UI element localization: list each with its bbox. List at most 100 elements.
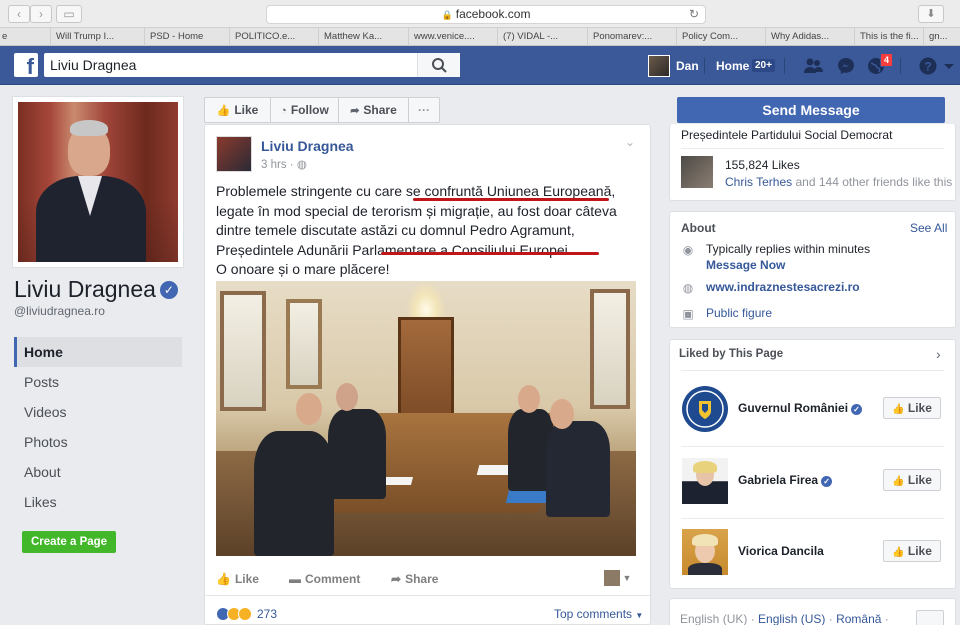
messenger-icon[interactable] xyxy=(836,56,856,76)
friend-requests-icon[interactable] xyxy=(803,56,823,76)
thumbs-up-icon: 👍 xyxy=(216,105,231,117)
send-message-button[interactable]: Send Message xyxy=(677,97,945,123)
nav-item-videos[interactable]: Videos xyxy=(14,397,182,427)
top-comments-label: Top comments xyxy=(554,607,633,621)
bookmark-item[interactable]: Policy Com... xyxy=(676,28,764,46)
nav-item-likes[interactable]: Likes xyxy=(14,487,182,517)
liked-page-name[interactable]: Guvernul României ✓ xyxy=(738,401,863,415)
liked-page-avatar[interactable] xyxy=(682,458,728,504)
post-like-label: Like xyxy=(234,572,259,586)
page-like-button[interactable]: 👍 Like xyxy=(205,98,271,122)
nav-item-home[interactable]: Home xyxy=(14,337,182,367)
bookmark-item[interactable]: www.venice.... xyxy=(408,28,496,46)
bookmark-item[interactable]: This is the fi... xyxy=(854,28,922,46)
share-button[interactable]: ➦ Share xyxy=(339,98,409,122)
bookmark-item[interactable]: e xyxy=(0,28,12,46)
comment-icon: ▬ xyxy=(289,572,301,586)
post-author-link[interactable]: Liviu Dragnea xyxy=(261,138,354,154)
website-link[interactable]: www.indraznestesacrezi.ro xyxy=(706,280,860,294)
friends-like-text: Chris Terhes and 144 other friends like … xyxy=(725,175,952,189)
messenger-icon: ◉ xyxy=(682,243,694,257)
nav-item-photos[interactable]: Photos xyxy=(14,427,182,457)
bookmark-item[interactable]: (7) VIDAL -... xyxy=(497,28,585,46)
forward-icon[interactable]: › xyxy=(30,5,52,23)
bookmark-item[interactable]: Matthew Ka... xyxy=(318,28,406,46)
bookmark-item[interactable]: Ponomarev:... xyxy=(587,28,675,46)
liked-by-page-card: Liked by This Page › Guvernul României ✓ … xyxy=(669,339,956,589)
search-input[interactable] xyxy=(44,53,460,77)
bookmark-item[interactable]: PSD - Home xyxy=(144,28,228,46)
liked-page-like-button[interactable]: 👍 Like xyxy=(883,397,941,419)
like-button-label: Like xyxy=(907,544,932,558)
post-text-line: dintre temele discutate astăzi cu domnul… xyxy=(216,222,575,238)
friend-avatar[interactable] xyxy=(681,156,713,188)
address-bar[interactable]: 🔒 facebook.com ↻ xyxy=(266,5,706,24)
user-name-link[interactable]: Dan xyxy=(676,59,699,73)
message-now-link[interactable]: Message Now xyxy=(706,258,785,272)
facebook-logo-icon[interactable]: f xyxy=(14,53,38,77)
divider xyxy=(205,595,650,596)
post-share-button[interactable]: ➦ Share xyxy=(391,572,438,586)
see-all-link[interactable]: See All xyxy=(910,221,947,235)
download-icon[interactable]: ⬇ xyxy=(918,5,944,23)
liked-page-name[interactable]: Gabriela Firea ✓ xyxy=(738,473,833,487)
page-navigation: Home Posts Videos Photos About Likes xyxy=(14,337,182,517)
help-icon[interactable]: ? xyxy=(918,56,938,76)
create-page-button[interactable]: Create a Page xyxy=(22,531,117,553)
page-handle[interactable]: @liviudragnea.ro xyxy=(14,304,105,318)
thumbs-up-icon: 👍 xyxy=(892,547,905,558)
reaction-count: 273 xyxy=(257,606,278,621)
category-link[interactable]: Public figure xyxy=(706,306,772,320)
thumbs-up-icon: 👍 xyxy=(892,476,905,487)
liked-page-like-button[interactable]: 👍 Like xyxy=(883,540,941,562)
top-comments-selector[interactable]: Top comments ▼ xyxy=(554,607,643,621)
language-current: English (UK) xyxy=(680,612,748,625)
like-button-label: Like xyxy=(907,473,932,487)
government-logo-icon[interactable] xyxy=(682,386,728,432)
home-link[interactable]: Home xyxy=(716,59,749,73)
user-avatar[interactable] xyxy=(648,55,670,77)
language-link[interactable]: English (US) xyxy=(758,612,825,625)
language-link[interactable]: Română xyxy=(836,612,881,625)
liked-page-name-text: Guvernul României xyxy=(738,401,849,415)
more-languages-button[interactable] xyxy=(916,610,944,625)
bookmark-item[interactable]: Will Trump I... xyxy=(50,28,140,46)
verified-badge-icon: ✓ xyxy=(851,404,863,415)
bookmark-item[interactable]: POLITICO.e... xyxy=(229,28,317,46)
liked-by-heading: Liked by This Page xyxy=(679,348,784,360)
post-options-chevron-icon[interactable]: ⌄ xyxy=(625,135,635,149)
post-text-line: Președintele Adunării Parlamentare a Con… xyxy=(216,241,572,258)
back-icon[interactable]: ‹ xyxy=(8,5,30,23)
account-menu-icon[interactable] xyxy=(942,56,956,76)
post-timestamp[interactable]: 3 hrs · ◍ xyxy=(261,157,307,171)
post-as-selector[interactable]: ▼ xyxy=(604,570,631,586)
reload-icon[interactable]: ↻ xyxy=(689,6,699,23)
url-text: facebook.com xyxy=(455,7,531,21)
liked-page-avatar[interactable] xyxy=(682,529,728,575)
friend-link[interactable]: Chris Terhes xyxy=(725,175,792,189)
more-button[interactable]: ··· xyxy=(409,98,439,122)
bookmark-item[interactable]: Why Adidas... xyxy=(765,28,853,46)
nav-item-about[interactable]: About xyxy=(14,457,182,487)
red-underline-mark xyxy=(413,198,609,201)
page-action-bar: 👍 Like ◔ Follow ➦ Share ··· xyxy=(204,97,440,123)
chevron-down-icon: ▼ xyxy=(635,611,644,620)
facebook-header: f Dan Home 20+ 4 ? xyxy=(0,46,960,85)
bookmark-item[interactable]: gn... xyxy=(923,28,960,46)
liked-page-like-button[interactable]: 👍 Like xyxy=(883,469,941,491)
follow-button[interactable]: ◔ Follow xyxy=(271,98,339,122)
post-photo[interactable] xyxy=(216,281,636,556)
thumbs-up-icon: 👍 xyxy=(892,404,905,415)
reactions-summary[interactable]: 273 xyxy=(216,606,277,624)
profile-picture[interactable] xyxy=(12,96,184,268)
red-underline-mark xyxy=(381,252,599,255)
post-author-avatar[interactable] xyxy=(216,136,252,172)
liked-page-name[interactable]: Viorica Dancila xyxy=(738,544,824,558)
nav-item-posts[interactable]: Posts xyxy=(14,367,182,397)
liked-page-row: Viorica Dancila 👍 Like xyxy=(670,525,955,585)
post-comment-button[interactable]: ▬ Comment xyxy=(289,572,360,586)
search-button[interactable] xyxy=(417,53,460,77)
chevron-right-icon[interactable]: › xyxy=(936,346,941,362)
sidebar-icon[interactable]: ▭ xyxy=(56,5,82,23)
post-like-button[interactable]: 👍 Like xyxy=(216,572,259,586)
